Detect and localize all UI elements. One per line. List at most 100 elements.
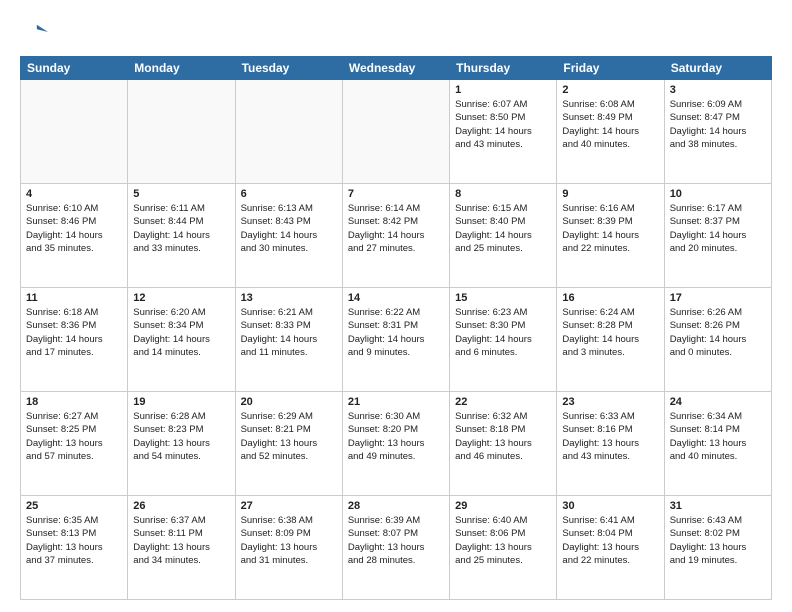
day-info: Sunrise: 6:33 AM Sunset: 8:16 PM Dayligh… <box>562 410 658 463</box>
day-cell: 31 Sunrise: 6:43 AM Sunset: 8:02 PM Dayli… <box>664 496 771 600</box>
day-cell: 10Sunrise: 6:17 AM Sunset: 8:37 PM Dayli… <box>664 184 771 288</box>
day-cell <box>342 80 449 184</box>
day-cell: 16Sunrise: 6:24 AM Sunset: 8:28 PM Dayli… <box>557 288 664 392</box>
week-row-4: 18Sunrise: 6:27 AM Sunset: 8:25 PM Dayli… <box>21 392 772 496</box>
day-info: Sunrise: 6:07 AM Sunset: 8:50 PM Dayligh… <box>455 98 551 151</box>
day-cell: 30 Sunrise: 6:41 AM Sunset: 8:04 PM Dayli… <box>557 496 664 600</box>
day-number: 30 <box>562 500 658 512</box>
day-cell: 20 Sunrise: 6:29 AM Sunset: 8:21 PM Dayli… <box>235 392 342 496</box>
day-info: Sunrise: 6:37 AM Sunset: 8:11 PM Dayligh… <box>133 514 229 567</box>
day-info: Sunrise: 6:28 AM Sunset: 8:23 PM Dayligh… <box>133 410 229 463</box>
day-number: 5 <box>133 188 229 200</box>
day-info: Sunrise: 6:09 AM Sunset: 8:47 PM Dayligh… <box>670 98 766 151</box>
day-info: Sunrise: 6:16 AM Sunset: 8:39 PM Dayligh… <box>562 202 658 255</box>
day-number: 17 <box>670 292 766 304</box>
day-cell: 4 Sunrise: 6:10 AM Sunset: 8:46 PM Daylig… <box>21 184 128 288</box>
day-cell: 11 Sunrise: 6:18 AM Sunset: 8:36 PM Dayli… <box>21 288 128 392</box>
day-info: Sunrise: 6:40 AM Sunset: 8:06 PM Dayligh… <box>455 514 551 567</box>
weekday-saturday: Saturday <box>664 57 771 80</box>
day-cell: 18Sunrise: 6:27 AM Sunset: 8:25 PM Dayli… <box>21 392 128 496</box>
weekday-tuesday: Tuesday <box>235 57 342 80</box>
day-number: 29 <box>455 500 551 512</box>
day-info: Sunrise: 6:30 AM Sunset: 8:20 PM Dayligh… <box>348 410 444 463</box>
day-number: 13 <box>241 292 337 304</box>
day-cell: 3 Sunrise: 6:09 AM Sunset: 8:47 PM Daylig… <box>664 80 771 184</box>
day-info: Sunrise: 6:15 AM Sunset: 8:40 PM Dayligh… <box>455 202 551 255</box>
day-number: 9 <box>562 188 658 200</box>
day-number: 31 <box>670 500 766 512</box>
day-number: 16 <box>562 292 658 304</box>
day-info: Sunrise: 6:26 AM Sunset: 8:26 PM Dayligh… <box>670 306 766 359</box>
day-cell <box>128 80 235 184</box>
day-cell: 9 Sunrise: 6:16 AM Sunset: 8:39 PM Daylig… <box>557 184 664 288</box>
day-cell: 2 Sunrise: 6:08 AM Sunset: 8:49 PM Daylig… <box>557 80 664 184</box>
weekday-monday: Monday <box>128 57 235 80</box>
day-info: Sunrise: 6:34 AM Sunset: 8:14 PM Dayligh… <box>670 410 766 463</box>
day-cell: 23 Sunrise: 6:33 AM Sunset: 8:16 PM Dayli… <box>557 392 664 496</box>
day-number: 18 <box>26 396 122 408</box>
day-cell: 28 Sunrise: 6:39 AM Sunset: 8:07 PM Dayli… <box>342 496 449 600</box>
day-number: 23 <box>562 396 658 408</box>
day-number: 12 <box>133 292 229 304</box>
weekday-wednesday: Wednesday <box>342 57 449 80</box>
logo-icon <box>20 18 48 46</box>
header <box>20 18 772 46</box>
day-number: 28 <box>348 500 444 512</box>
day-number: 20 <box>241 396 337 408</box>
day-info: Sunrise: 6:18 AM Sunset: 8:36 PM Dayligh… <box>26 306 122 359</box>
day-info: Sunrise: 6:35 AM Sunset: 8:13 PM Dayligh… <box>26 514 122 567</box>
day-cell: 7 Sunrise: 6:14 AM Sunset: 8:42 PM Daylig… <box>342 184 449 288</box>
day-cell: 27Sunrise: 6:38 AM Sunset: 8:09 PM Dayli… <box>235 496 342 600</box>
day-number: 8 <box>455 188 551 200</box>
weekday-sunday: Sunday <box>21 57 128 80</box>
day-cell <box>21 80 128 184</box>
day-info: Sunrise: 6:41 AM Sunset: 8:04 PM Dayligh… <box>562 514 658 567</box>
calendar: SundayMondayTuesdayWednesdayThursdayFrid… <box>20 56 772 600</box>
day-info: Sunrise: 6:14 AM Sunset: 8:42 PM Dayligh… <box>348 202 444 255</box>
page: SundayMondayTuesdayWednesdayThursdayFrid… <box>0 0 792 612</box>
day-info: Sunrise: 6:20 AM Sunset: 8:34 PM Dayligh… <box>133 306 229 359</box>
day-cell: 25 Sunrise: 6:35 AM Sunset: 8:13 PM Dayli… <box>21 496 128 600</box>
day-info: Sunrise: 6:17 AM Sunset: 8:37 PM Dayligh… <box>670 202 766 255</box>
week-row-2: 4 Sunrise: 6:10 AM Sunset: 8:46 PM Daylig… <box>21 184 772 288</box>
day-cell: 5Sunrise: 6:11 AM Sunset: 8:44 PM Daylig… <box>128 184 235 288</box>
day-number: 11 <box>26 292 122 304</box>
day-cell: 6 Sunrise: 6:13 AM Sunset: 8:43 PM Daylig… <box>235 184 342 288</box>
day-cell: 13 Sunrise: 6:21 AM Sunset: 8:33 PM Dayli… <box>235 288 342 392</box>
day-info: Sunrise: 6:10 AM Sunset: 8:46 PM Dayligh… <box>26 202 122 255</box>
day-info: Sunrise: 6:39 AM Sunset: 8:07 PM Dayligh… <box>348 514 444 567</box>
day-info: Sunrise: 6:08 AM Sunset: 8:49 PM Dayligh… <box>562 98 658 151</box>
weekday-thursday: Thursday <box>450 57 557 80</box>
day-number: 25 <box>26 500 122 512</box>
day-info: Sunrise: 6:38 AM Sunset: 8:09 PM Dayligh… <box>241 514 337 567</box>
day-cell: 15 Sunrise: 6:23 AM Sunset: 8:30 PM Dayli… <box>450 288 557 392</box>
day-number: 1 <box>455 84 551 96</box>
day-number: 19 <box>133 396 229 408</box>
day-number: 6 <box>241 188 337 200</box>
day-cell <box>235 80 342 184</box>
day-info: Sunrise: 6:43 AM Sunset: 8:02 PM Dayligh… <box>670 514 766 567</box>
day-info: Sunrise: 6:21 AM Sunset: 8:33 PM Dayligh… <box>241 306 337 359</box>
weekday-header-row: SundayMondayTuesdayWednesdayThursdayFrid… <box>21 57 772 80</box>
logo <box>20 18 52 46</box>
day-number: 2 <box>562 84 658 96</box>
day-number: 15 <box>455 292 551 304</box>
day-number: 22 <box>455 396 551 408</box>
day-cell: 17 Sunrise: 6:26 AM Sunset: 8:26 PM Dayli… <box>664 288 771 392</box>
day-cell: 19 Sunrise: 6:28 AM Sunset: 8:23 PM Dayli… <box>128 392 235 496</box>
day-cell: 22Sunrise: 6:32 AM Sunset: 8:18 PM Dayli… <box>450 392 557 496</box>
day-cell: 12 Sunrise: 6:20 AM Sunset: 8:34 PM Dayli… <box>128 288 235 392</box>
day-cell: 1 Sunrise: 6:07 AM Sunset: 8:50 PM Daylig… <box>450 80 557 184</box>
day-info: Sunrise: 6:23 AM Sunset: 8:30 PM Dayligh… <box>455 306 551 359</box>
day-number: 7 <box>348 188 444 200</box>
week-row-3: 11 Sunrise: 6:18 AM Sunset: 8:36 PM Dayli… <box>21 288 772 392</box>
day-cell: 24 Sunrise: 6:34 AM Sunset: 8:14 PM Dayli… <box>664 392 771 496</box>
day-info: Sunrise: 6:29 AM Sunset: 8:21 PM Dayligh… <box>241 410 337 463</box>
day-number: 24 <box>670 396 766 408</box>
day-info: Sunrise: 6:13 AM Sunset: 8:43 PM Dayligh… <box>241 202 337 255</box>
day-number: 4 <box>26 188 122 200</box>
day-number: 14 <box>348 292 444 304</box>
day-cell: 29 Sunrise: 6:40 AM Sunset: 8:06 PM Dayli… <box>450 496 557 600</box>
day-number: 26 <box>133 500 229 512</box>
day-number: 3 <box>670 84 766 96</box>
